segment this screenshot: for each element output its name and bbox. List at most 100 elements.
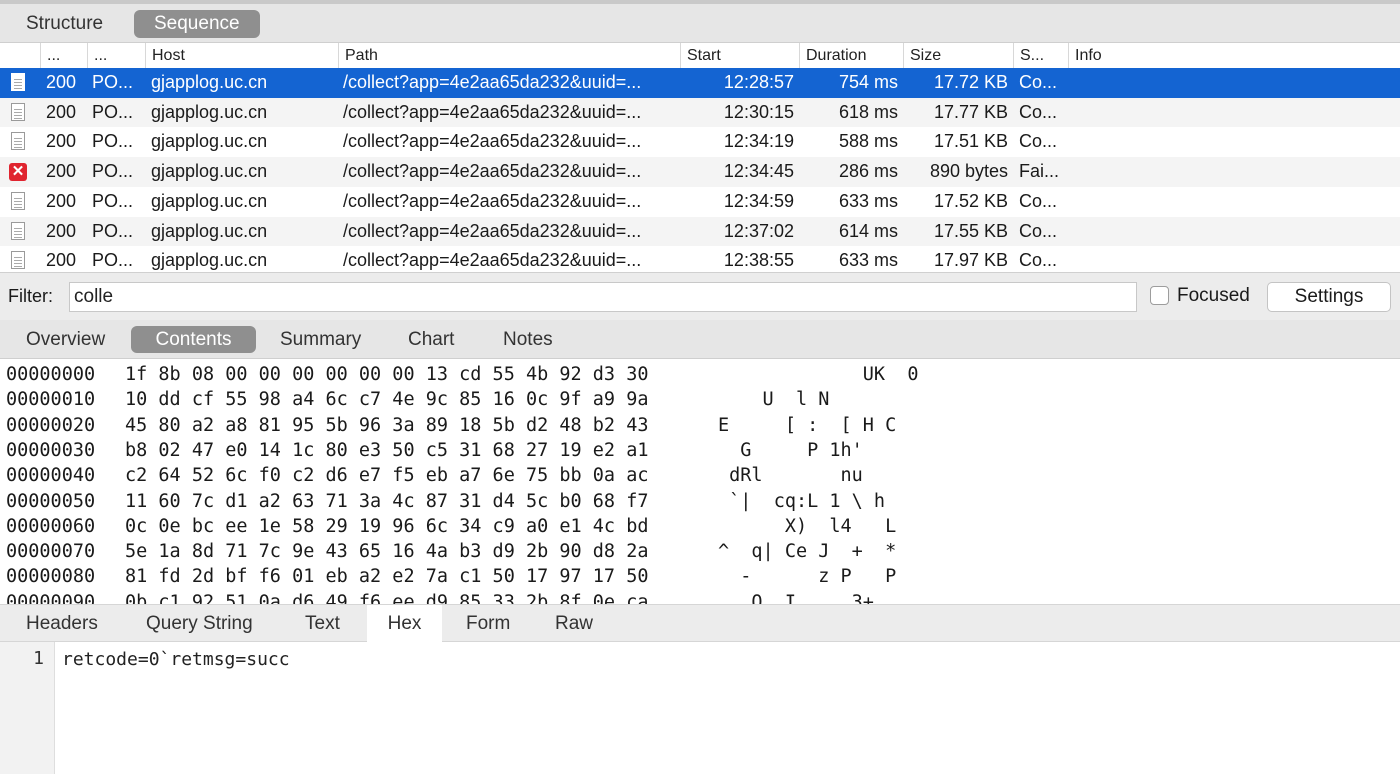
cell-host: gjapplog.uc.cn xyxy=(151,131,268,152)
table-row[interactable]: 200 PO... gjapplog.uc.cn /collect?app=4e… xyxy=(0,97,1400,128)
hex-ascii: X) l4 L xyxy=(718,515,897,537)
hex-offset: 00000010 xyxy=(6,389,96,411)
cell-size: 17.72 KB xyxy=(933,72,1008,92)
cell-code: 200 xyxy=(46,220,77,241)
cell-size: 17.77 KB xyxy=(933,101,1008,122)
hex-ascii: - z P P xyxy=(718,566,897,588)
cell-size: 17.55 KB xyxy=(933,220,1008,241)
tab-overview[interactable]: Overview xyxy=(4,326,127,353)
column-header-host[interactable]: Host xyxy=(145,43,338,68)
cell-size: 17.52 KB xyxy=(933,190,1008,211)
cell-duration: 588 ms xyxy=(838,131,898,152)
cell-path: /collect?app=4e2aa65da232&uuid=... xyxy=(343,190,642,211)
cell-start: 12:34:19 xyxy=(723,131,794,152)
tab-headers[interactable]: Headers xyxy=(6,605,118,642)
hex-bytes: 45 80 a2 a8 81 95 5b 96 3a 89 18 5b d2 4… xyxy=(125,414,649,436)
column-header-size[interactable]: Size xyxy=(903,43,1013,68)
column-header-code[interactable]: ... xyxy=(40,43,87,68)
hex-ascii: dRl nu xyxy=(718,465,863,487)
hex-offset: 00000020 xyxy=(6,414,96,436)
hex-bytes: 81 fd 2d bf f6 01 eb a2 e2 7a c1 50 17 9… xyxy=(125,566,649,588)
hex-view[interactable]: 00000000 1f 8b 08 00 00 00 00 00 00 13 cd… xyxy=(0,359,1400,604)
cell-host: gjapplog.uc.cn xyxy=(151,250,268,271)
cell-start: 12:37:02 xyxy=(723,220,794,241)
tab-raw[interactable]: Raw xyxy=(535,605,613,642)
table-row[interactable]: 200 PO... gjapplog.uc.cn /collect?app=4e… xyxy=(0,216,1400,247)
cell-host: gjapplog.uc.cn xyxy=(151,161,268,182)
cell-host: gjapplog.uc.cn xyxy=(151,72,268,92)
hex-offset: 00000040 xyxy=(6,465,96,487)
hex-ascii: U l N xyxy=(718,389,830,411)
tab-hex[interactable]: Hex xyxy=(367,605,442,642)
table-row[interactable]: 200 PO... gjapplog.uc.cn /collect?app=4e… xyxy=(0,246,1400,272)
column-header-info[interactable]: Info xyxy=(1068,43,1400,68)
column-header-start[interactable]: Start xyxy=(680,43,799,68)
cell-method: PO... xyxy=(92,161,134,182)
line-number: 1 xyxy=(33,648,44,669)
hex-bytes: 1f 8b 08 00 00 00 00 00 00 13 cd 55 4b 9… xyxy=(125,364,649,385)
table-row[interactable]: 200 PO... gjapplog.uc.cn /collect?app=4e… xyxy=(0,68,1400,98)
cell-duration: 754 ms xyxy=(838,72,898,92)
hex-offset: 00000000 xyxy=(6,364,96,385)
cell-duration: 614 ms xyxy=(838,220,898,241)
cell-duration: 618 ms xyxy=(838,101,898,122)
tab-contents[interactable]: Contents xyxy=(131,326,256,353)
cell-path: /collect?app=4e2aa65da232&uuid=... xyxy=(343,131,642,152)
cell-size: 17.51 KB xyxy=(933,131,1008,152)
column-header-status[interactable]: S... xyxy=(1013,43,1068,68)
cell-status: Co... xyxy=(1019,72,1058,92)
column-header-path[interactable]: Path xyxy=(338,43,680,68)
cell-path: /collect?app=4e2aa65da232&uuid=... xyxy=(343,161,642,182)
document-icon xyxy=(11,191,25,210)
cell-status: Fai... xyxy=(1019,161,1060,182)
filter-input[interactable]: colle xyxy=(69,282,1137,312)
table-row[interactable]: 200 PO... gjapplog.uc.cn /collect?app=4e… xyxy=(0,187,1400,217)
hex-ascii: `| cq:L 1 \ h xyxy=(718,490,886,512)
cell-size: 890 bytes xyxy=(929,161,1008,182)
hex-bytes: 10 dd cf 55 98 a4 6c c7 4e 9c 85 16 0c 9… xyxy=(125,389,649,411)
cell-method: PO... xyxy=(92,250,134,271)
focused-checkbox[interactable] xyxy=(1150,286,1169,305)
cell-status: Co... xyxy=(1019,190,1058,211)
column-header-duration[interactable]: Duration xyxy=(799,43,903,68)
cell-duration: 286 ms xyxy=(838,161,898,182)
table-row[interactable]: ✕ 200 PO... gjapplog.uc.cn /collect?app=… xyxy=(0,157,1400,187)
column-header-method[interactable]: ... xyxy=(87,43,145,68)
cell-code: 200 xyxy=(46,250,77,271)
document-icon xyxy=(11,251,25,270)
filter-label: Filter: xyxy=(8,286,53,306)
hex-bytes: c2 64 52 6c f0 c2 d6 e7 f5 eb a7 6e 75 b… xyxy=(125,465,649,487)
hex-ascii: Q I 3+ xyxy=(718,591,874,604)
tab-text[interactable]: Text xyxy=(285,605,360,642)
tab-sequence[interactable]: Sequence xyxy=(134,10,260,38)
cell-method: PO... xyxy=(92,190,134,211)
cell-status: Co... xyxy=(1019,131,1058,152)
tab-structure[interactable]: Structure xyxy=(6,10,123,38)
cell-code: 200 xyxy=(46,131,77,152)
hex-bytes: b8 02 47 e0 14 1c 80 e3 50 c5 31 68 27 1… xyxy=(125,439,649,461)
tab-query-string[interactable]: Query String xyxy=(126,605,273,642)
hex-ascii: E [ : [ H C xyxy=(718,414,897,436)
hex-offset: 00000050 xyxy=(6,490,96,512)
cell-status: Co... xyxy=(1019,250,1058,271)
error-icon: ✕ xyxy=(9,163,27,182)
document-icon xyxy=(11,221,25,240)
cell-start: 12:38:55 xyxy=(723,250,794,271)
tab-chart[interactable]: Chart xyxy=(386,326,476,353)
tab-notes[interactable]: Notes xyxy=(481,326,575,353)
table-row[interactable]: 200 PO... gjapplog.uc.cn /collect?app=4e… xyxy=(0,127,1400,157)
focused-label[interactable]: Focused xyxy=(1177,285,1250,307)
cell-method: PO... xyxy=(92,101,134,122)
cell-status: Co... xyxy=(1019,220,1058,241)
settings-button[interactable]: Settings xyxy=(1267,282,1391,312)
hex-offset: 00000090 xyxy=(6,591,96,604)
cell-host: gjapplog.uc.cn xyxy=(151,101,268,122)
body-tab-bar: Headers Query String Text Hex Form Raw xyxy=(0,604,1400,642)
hex-offset: 00000060 xyxy=(6,515,96,537)
body-editor[interactable]: 1 retcode=0`retmsg=succ xyxy=(0,642,1400,774)
tab-form[interactable]: Form xyxy=(446,605,530,642)
cell-path: /collect?app=4e2aa65da232&uuid=... xyxy=(343,101,642,122)
tab-summary[interactable]: Summary xyxy=(258,326,383,353)
top-tab-bar: Structure Sequence xyxy=(0,0,1400,43)
line-gutter: 1 xyxy=(0,642,55,774)
